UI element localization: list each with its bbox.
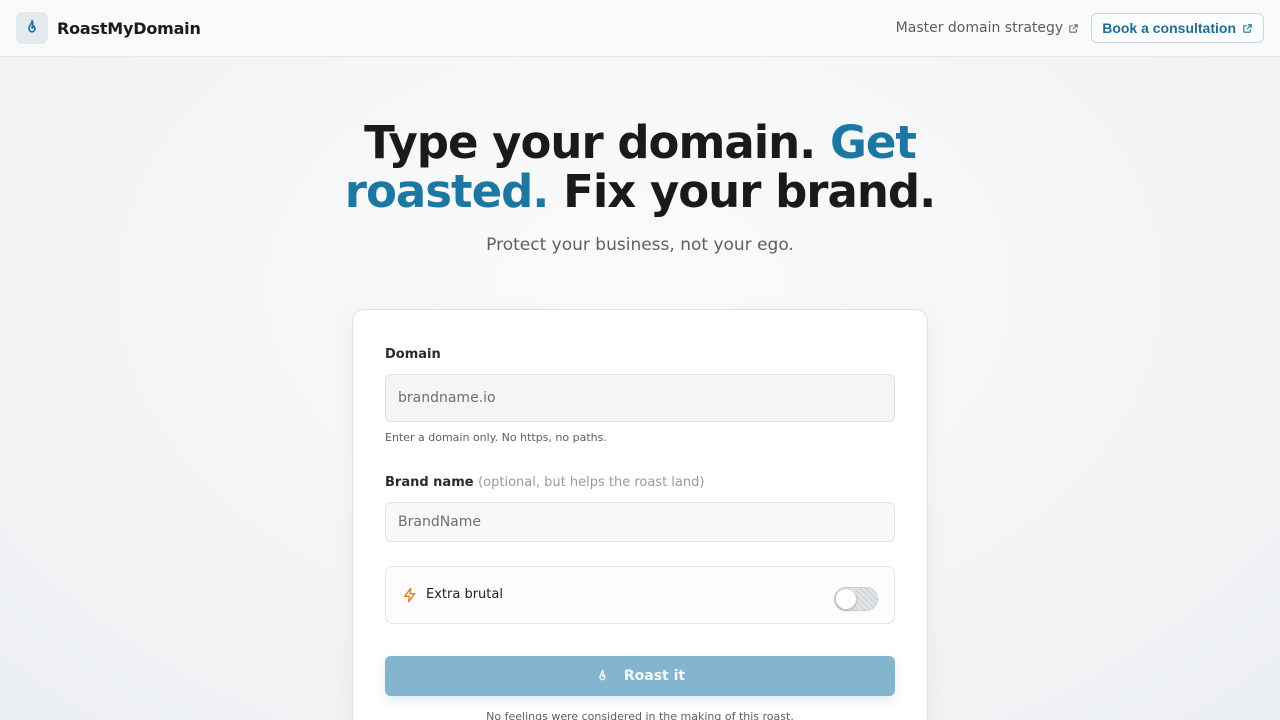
consultation-label: Book a consultation (1102, 20, 1236, 36)
hero-title: Type your domain. Get roasted. Fix your … (340, 118, 940, 216)
master-domain-strategy-link[interactable]: Master domain strategy (896, 20, 1080, 36)
brand-logo[interactable]: RoastMyDomain (16, 12, 201, 44)
brand-name-label-text: Brand name (385, 475, 474, 490)
extra-brutal-row: Extra brutal (385, 566, 895, 624)
brand-name-label: Brand name (optional, but helps the roas… (385, 475, 704, 490)
extra-brutal-label: Extra brutal (426, 587, 503, 602)
brand-name: RoastMyDomain (57, 18, 201, 38)
roast-it-label: Roast it (623, 668, 686, 684)
external-link-icon (1243, 23, 1252, 33)
roast-form-card: Domain Enter a domain only. No https, no… (352, 309, 928, 720)
brand-name-input[interactable] (385, 502, 895, 542)
roast-it-button[interactable]: Roast it (385, 656, 895, 696)
hero-subtitle: Protect your business, not your ego. (486, 235, 794, 255)
flame-icon (599, 669, 606, 680)
domain-label: Domain (385, 347, 441, 362)
lightning-icon (404, 587, 416, 603)
header-nav: Master domain strategy Book a consultati… (896, 13, 1264, 43)
domain-hint: Enter a domain only. No https, no paths. (385, 431, 607, 444)
flame-icon (16, 12, 48, 44)
brand-name-label-note: (optional, but helps the roast land) (478, 475, 705, 490)
roast-disclaimer: No feelings were considered in the makin… (486, 710, 794, 720)
hero-title-part2: Fix your brand. (563, 165, 936, 218)
hero-title-part1: Type your domain. (364, 116, 816, 169)
external-link-icon (1069, 23, 1078, 33)
book-consultation-button[interactable]: Book a consultation (1091, 13, 1264, 43)
nav-link-label: Master domain strategy (895, 20, 1064, 36)
toggle-knob (836, 589, 856, 609)
extra-brutal-toggle[interactable] (834, 587, 878, 611)
domain-input[interactable] (385, 374, 895, 422)
top-navigation-bar: RoastMyDomain Master domain strategy Boo… (0, 0, 1280, 57)
